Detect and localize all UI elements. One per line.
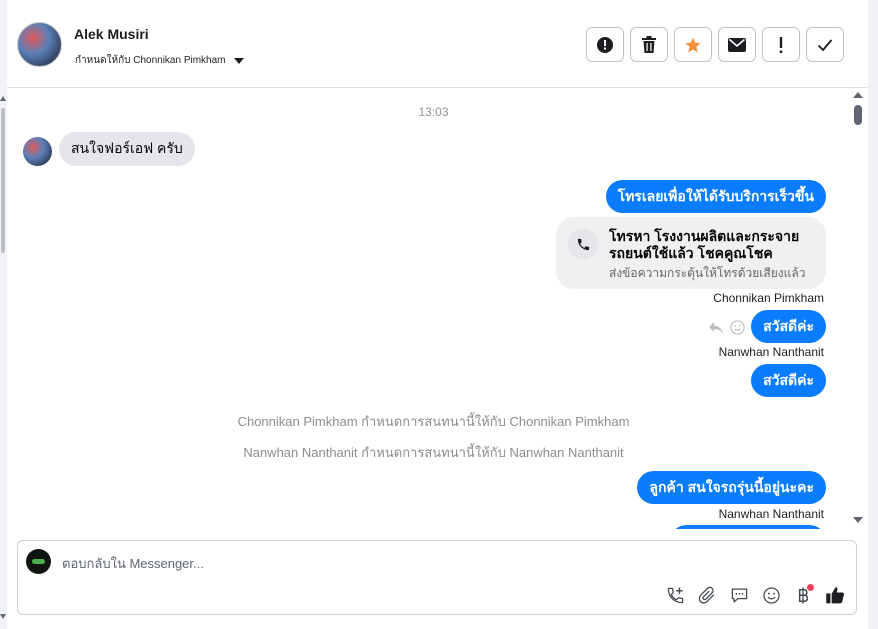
reply-icon[interactable] — [708, 321, 724, 335]
scroll-up-arrow-icon[interactable] — [853, 92, 863, 98]
done-button[interactable] — [806, 27, 844, 62]
emoji-icon — [762, 586, 780, 604]
call-card-subtitle: ส่งข้อความกระตุ้นให้โทรด้วยเสียงแล้ว — [609, 266, 806, 280]
composer-tools — [664, 584, 846, 606]
contact-name[interactable]: Alek Musiri — [74, 26, 149, 42]
page-avatar — [26, 549, 51, 574]
system-event-message: Chonnikan Pimkham กำหนดการสนทนานี้ให้กับ… — [237, 414, 630, 429]
sender-label: Nanwhan Nanthanit — [718, 507, 824, 521]
call-card-title: โทรหา โรงงานผลิตและกระจาย รถยนต์ใช้แล้ว … — [609, 228, 800, 261]
add-call-icon — [667, 587, 683, 603]
reply-composer — [17, 540, 857, 615]
star-icon — [685, 37, 701, 52]
payment-button[interactable] — [792, 584, 814, 606]
paperclip-icon — [698, 586, 714, 604]
call-icon-badge — [568, 229, 598, 259]
follow-up-button[interactable] — [762, 27, 800, 62]
call-request-card[interactable]: โทรหา โรงงานผลิตและกระจาย รถยนต์ใช้แล้ว … — [556, 217, 826, 289]
outgoing-message[interactable]: สวัสดีค่ะ — [751, 364, 826, 397]
trash-icon — [642, 35, 656, 53]
outgoing-message[interactable]: ลูกค้า สนใจรถรุ่นนี้อยู่นะคะ — [637, 471, 826, 504]
react-emoji-icon[interactable] — [730, 320, 745, 335]
outgoing-message[interactable]: โทรเลยเพื่อให้ได้รับบริการเร็วขึ้น — [605, 180, 826, 213]
assignee-label: กำหนดให้กับ Chonnikan Pimkham — [75, 55, 226, 66]
add-call-button[interactable] — [664, 584, 686, 606]
conversation-header: Alek Musiri กำหนดให้กับ Chonnikan Pimkha… — [7, 0, 868, 88]
system-event-message: Nanwhan Nanthanit กำหนดการสนทนานี้ให้กับ… — [243, 445, 624, 460]
delete-button[interactable] — [630, 27, 668, 62]
emoji-button[interactable] — [760, 584, 782, 606]
assignee-dropdown[interactable]: กำหนดให้กับ Chonnikan Pimkham — [75, 53, 244, 68]
star-button[interactable] — [674, 27, 712, 62]
outgoing-message-partial[interactable] — [670, 525, 826, 529]
thumbs-up-icon — [826, 587, 844, 604]
scroll-down-arrow-icon[interactable] — [0, 614, 6, 619]
scroll-down-arrow-icon[interactable] — [853, 517, 863, 523]
reply-input[interactable] — [62, 556, 662, 571]
exclamation-icon — [779, 36, 783, 53]
incoming-message[interactable]: สนใจฟอร์เอฟ ครับ — [59, 132, 195, 166]
chevron-down-icon — [233, 57, 244, 64]
envelope-icon — [728, 37, 746, 52]
attach-button[interactable] — [696, 584, 718, 606]
header-actions — [586, 27, 844, 62]
scroll-up-arrow-icon[interactable] — [0, 96, 6, 101]
thread-scrollbar[interactable] — [853, 89, 863, 529]
saved-replies-button[interactable] — [728, 584, 750, 606]
outer-scrollbar[interactable] — [0, 0, 7, 629]
message-thread[interactable]: 13:03 สนใจฟอร์เอฟ ครับ โทรเลยเพื่อให้ได้… — [7, 89, 850, 529]
phone-icon — [577, 238, 589, 250]
message-hover-actions — [708, 320, 745, 335]
saved-reply-icon — [731, 588, 747, 602]
spam-button[interactable] — [586, 27, 624, 62]
notification-dot — [807, 584, 814, 591]
mark-unread-button[interactable] — [718, 27, 756, 62]
scrollbar-thumb[interactable] — [854, 105, 862, 125]
sender-label: Nanwhan Nanthanit — [718, 345, 824, 359]
sender-label: Chonnikan Pimkham — [713, 291, 824, 305]
contact-avatar[interactable] — [17, 22, 62, 67]
message-timestamp: 13:03 — [418, 105, 449, 119]
alert-circle-icon — [597, 36, 613, 53]
right-edge-panel — [868, 0, 878, 629]
scrollbar-thumb[interactable] — [1, 108, 5, 253]
check-icon — [817, 38, 833, 51]
outgoing-message[interactable]: สวัสดีค่ะ — [751, 310, 826, 343]
send-like-button[interactable] — [824, 584, 846, 606]
sender-avatar — [23, 137, 52, 166]
